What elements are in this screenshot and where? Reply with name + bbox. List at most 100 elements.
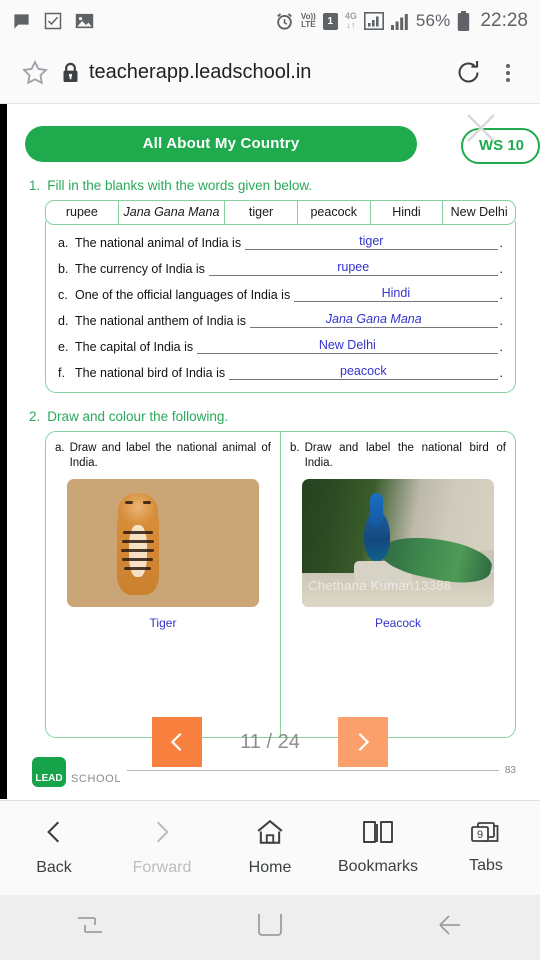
blank-letter: a. [58, 236, 69, 250]
lead-logo-word: SCHOOL [71, 773, 122, 785]
tiger-photo-label: Tiger [149, 616, 177, 630]
blank-text: The currency of India is [75, 262, 205, 276]
home-nav-button[interactable] [180, 912, 360, 943]
question-1-instruction: 1. Fill in the blanks with the words giv… [29, 178, 522, 193]
draw-column-a: a. Draw and label the national animal of… [46, 432, 281, 737]
question-1-number: 1. [29, 178, 41, 193]
blank-text: The capital of India is [75, 340, 194, 354]
word-bank-cell: tiger [225, 201, 298, 224]
draw-prompt-text: Draw and label the national bird of Indi… [304, 442, 506, 469]
signal-bars-icon-1 [363, 12, 384, 30]
message-icon [12, 12, 31, 31]
word-bank-cell: rupee [46, 201, 119, 224]
bookmark-star-icon[interactable] [14, 59, 56, 87]
peacock-photo-wrap: Chethana Kumari13388 Peacock [290, 479, 506, 630]
blank-text: The national animal of India is [75, 236, 242, 250]
next-page-button[interactable] [338, 717, 388, 767]
word-bank: rupee Jana Gana Mana tiger peacock Hindi… [45, 200, 516, 225]
blank-period: . [499, 262, 503, 276]
worksheet-viewport[interactable]: All About My Country WS 10 1. Fill in th… [0, 104, 540, 799]
peacock-neck-shape [370, 493, 383, 527]
android-navigation-bar [0, 895, 540, 960]
tiger-stripe [121, 549, 154, 552]
blank-period: . [499, 340, 503, 354]
lead-logo-mark: LEAD [32, 757, 66, 787]
network-type-indicator: 4G ↓↑ [344, 11, 357, 30]
sim-indicator: 1 [322, 12, 338, 30]
word-bank-cell: peacock [298, 201, 371, 224]
recents-icon [75, 912, 105, 943]
blank-period: . [499, 366, 503, 380]
overflow-menu-icon[interactable] [490, 63, 526, 82]
blank-line[interactable]: tiger [245, 235, 498, 250]
lead-school-logo: LEAD SCHOOL [32, 757, 121, 787]
bookmarks-button[interactable]: Bookmarks [324, 820, 432, 876]
tiger-photo-wrap: Tiger [55, 479, 271, 630]
clock-label: 22:28 [480, 10, 528, 31]
svg-text:9: 9 [477, 829, 483, 841]
blank-row: e. The capital of India is New Delhi . [58, 339, 503, 354]
worksheet-header: All About My Country WS 10 [25, 114, 540, 164]
blank-text: One of the official languages of India i… [75, 288, 291, 302]
draw-prompt-a: a. Draw and label the national animal of… [55, 441, 271, 471]
reload-icon[interactable] [446, 59, 490, 86]
question-1-text: Fill in the blanks with the words given … [47, 178, 313, 193]
tiger-stripe [123, 531, 153, 534]
word-bank-cell: Hindi [371, 201, 444, 224]
blank-answer: Hindi [381, 286, 411, 300]
forward-button[interactable]: Forward [108, 819, 216, 877]
draw-letter: a. [55, 442, 65, 454]
blank-line[interactable]: rupee [208, 260, 498, 276]
recents-button[interactable] [0, 912, 180, 943]
browser-address-bar: teacherapp.leadschool.in [0, 42, 540, 104]
chevron-right-icon [149, 819, 175, 850]
url-text[interactable]: teacherapp.leadschool.in [89, 61, 446, 84]
image-icon [75, 12, 94, 30]
blank-row: b. The currency of India is rupee . [58, 261, 503, 276]
blank-line[interactable]: peacock [229, 365, 498, 380]
browser-bottom-bar: Back Forward Home Bookmarks 9 Tabs [0, 800, 540, 895]
menu-dot [506, 77, 510, 82]
previous-page-button[interactable] [152, 717, 202, 767]
blank-letter: d. [58, 314, 69, 328]
blank-letter: e. [58, 340, 69, 354]
blank-line[interactable]: Hindi [294, 286, 498, 302]
worksheet-footer: LEAD SCHOOL 83 [32, 757, 516, 787]
back-button[interactable]: Back [0, 819, 108, 877]
draw-prompt-b: b. Draw and label the national bird of I… [290, 441, 506, 471]
tiger-stripe [143, 501, 151, 504]
blank-row: d. The national anthem of India is Jana … [58, 313, 503, 328]
home-button[interactable]: Home [216, 819, 324, 877]
word-bank-cell: Jana Gana Mana [119, 201, 226, 224]
blank-text: The national anthem of India is [75, 314, 246, 328]
back-nav-button[interactable] [360, 912, 540, 943]
tiger-photo [67, 479, 259, 607]
worksheet-page: All About My Country WS 10 1. Fill in th… [7, 104, 540, 799]
lock-icon [62, 62, 79, 83]
blank-row: a. The national animal of India is tiger… [58, 235, 503, 250]
tabs-button[interactable]: 9 Tabs [432, 821, 540, 875]
blank-letter: b. [58, 262, 69, 276]
battery-percent-label: 56% [415, 11, 451, 30]
tiger-stripe [124, 567, 151, 570]
draw-column-b: b. Draw and label the national bird of I… [281, 432, 515, 737]
blank-line[interactable]: New Delhi [197, 339, 498, 354]
tabs-label: Tabs [469, 856, 503, 874]
blank-period: . [499, 288, 503, 302]
draw-and-colour-box: a. Draw and label the national animal of… [45, 431, 516, 738]
blank-letter: f. [58, 366, 65, 380]
blank-answer: Jana Gana Mana [325, 312, 422, 326]
blank-answer: rupee [337, 260, 370, 274]
tiger-stripe [125, 501, 133, 504]
menu-dot [506, 63, 510, 68]
fill-in-the-blanks-box: a. The national animal of India is tiger… [45, 221, 516, 393]
blank-line[interactable]: Jana Gana Mana [249, 312, 498, 328]
close-x-icon[interactable] [464, 111, 498, 145]
photo-watermark: Chethana Kumari13388 [308, 578, 452, 593]
home-square-icon [256, 912, 284, 943]
alarm-icon [275, 12, 294, 31]
tiger-stripe [122, 558, 153, 561]
signal-bars-icon-2 [390, 13, 409, 30]
page-title: All About My Country [25, 126, 417, 162]
forward-label: Forward [132, 859, 192, 876]
